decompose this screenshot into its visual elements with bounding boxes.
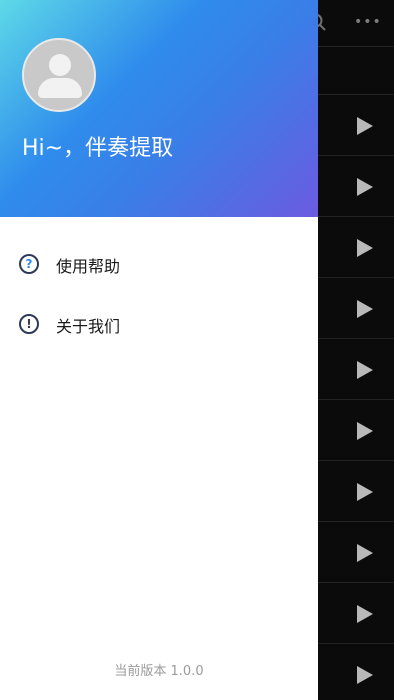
play-icon[interactable] — [357, 483, 373, 501]
list-divider — [318, 216, 394, 217]
play-icon[interactable] — [357, 117, 373, 135]
play-icon[interactable] — [357, 361, 373, 379]
play-icon[interactable] — [357, 422, 373, 440]
exclamation-icon: ! — [19, 314, 39, 334]
drawer-header: Hi~，伴奏提取 — [0, 0, 318, 217]
avatar-head — [49, 54, 71, 76]
list-divider — [318, 521, 394, 522]
menu-item-label: 使用帮助 — [56, 257, 121, 276]
play-icon[interactable] — [357, 178, 373, 196]
menu-item-label: 关于我们 — [56, 317, 121, 336]
menu-item-about[interactable]: ! 关于我们 — [0, 300, 318, 350]
menu-item-help[interactable]: ? 使用帮助 — [0, 240, 318, 290]
avatar-body — [38, 78, 82, 98]
more-icon[interactable]: ••• — [354, 14, 381, 30]
play-icon[interactable] — [357, 666, 373, 684]
list-divider — [318, 582, 394, 583]
list-divider — [318, 399, 394, 400]
play-icon[interactable] — [357, 300, 373, 318]
question-icon: ? — [19, 254, 39, 274]
avatar[interactable] — [22, 38, 96, 112]
greeting-text: Hi~，伴奏提取 — [22, 136, 174, 161]
list-divider — [318, 155, 394, 156]
version-text: 当前版本 1.0.0 — [114, 664, 204, 679]
list-divider — [318, 338, 394, 339]
play-icon[interactable] — [357, 605, 373, 623]
list-divider — [318, 460, 394, 461]
navigation-drawer: Hi~，伴奏提取 ? 使用帮助 ! 关于我们 当前版本 1.0.0 — [0, 0, 318, 700]
list-divider — [318, 277, 394, 278]
play-icon[interactable] — [357, 544, 373, 562]
list-divider — [318, 643, 394, 644]
play-icon[interactable] — [357, 239, 373, 257]
list-divider — [318, 94, 394, 95]
